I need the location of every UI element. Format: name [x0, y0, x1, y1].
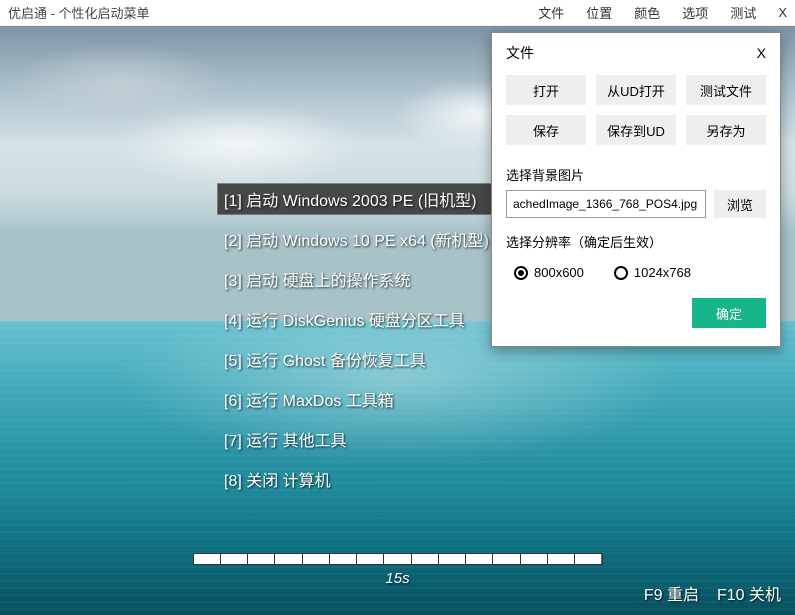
- fn-restart: F9 重启: [644, 581, 699, 605]
- menu-option[interactable]: 选项: [682, 3, 708, 22]
- progress-tick: [412, 554, 439, 564]
- progress-tick: [221, 554, 248, 564]
- countdown-label: 15s: [385, 570, 409, 587]
- boot-menu-list: [1] 启动 Windows 2003 PE (旧机型) [2] 启动 Wind…: [218, 184, 495, 494]
- close-button[interactable]: X: [778, 5, 787, 20]
- ok-button[interactable]: 确定: [692, 298, 766, 328]
- fn-shutdown: F10 关机: [717, 581, 781, 605]
- save-ud-button[interactable]: 保存到UD: [596, 115, 676, 145]
- progress-tick: [275, 554, 302, 564]
- radio-1024x768[interactable]: 1024x768: [614, 265, 691, 280]
- file-button-row-1: 打开 从UD打开 测试文件: [492, 75, 780, 115]
- progress-tick: [493, 554, 520, 564]
- file-panel-close-icon[interactable]: X: [757, 45, 766, 61]
- boot-item-6[interactable]: [6] 运行 MaxDos 工具箱: [218, 384, 495, 414]
- fn-keys: F9 重启 F10 关机: [644, 581, 781, 605]
- save-button[interactable]: 保存: [506, 115, 586, 145]
- radio-label-1024: 1024x768: [634, 265, 691, 280]
- open-button[interactable]: 打开: [506, 75, 586, 105]
- bg-path-row: 浏览: [492, 190, 780, 222]
- progress-tick: [330, 554, 357, 564]
- progress-tick: [357, 554, 384, 564]
- menu-test[interactable]: 测试: [730, 3, 756, 22]
- file-button-row-2: 保存 保存到UD 另存为: [492, 115, 780, 155]
- progress-tick: [303, 554, 330, 564]
- progress-tick: [466, 554, 493, 564]
- menu-file[interactable]: 文件: [538, 3, 564, 22]
- progress-tick: [575, 554, 601, 564]
- boot-item-1[interactable]: [1] 启动 Windows 2003 PE (旧机型): [218, 184, 495, 214]
- menubar: 优启通 - 个性化启动菜单 文件 位置 颜色 选项 测试 X: [0, 0, 795, 26]
- preview-stage: [1] 启动 Windows 2003 PE (旧机型) [2] 启动 Wind…: [0, 26, 795, 615]
- file-panel: 文件 X 打开 从UD打开 测试文件 保存 保存到UD 另存为 选择背景图片 浏…: [491, 32, 781, 347]
- bg-label: 选择背景图片: [492, 155, 780, 190]
- save-as-button[interactable]: 另存为: [686, 115, 766, 145]
- boot-item-7[interactable]: [7] 运行 其他工具: [218, 424, 495, 454]
- menu-color[interactable]: 颜色: [634, 3, 660, 22]
- progress-tick: [548, 554, 575, 564]
- boot-item-5[interactable]: [5] 运行 Ghost 备份恢复工具: [218, 344, 495, 374]
- res-label: 选择分辨率（确定后生效）: [492, 222, 780, 257]
- boot-item-4[interactable]: [4] 运行 DiskGenius 硬盘分区工具: [218, 304, 495, 334]
- progress-tick: [248, 554, 275, 564]
- radio-icon: [614, 266, 628, 280]
- file-panel-title-label: 文件: [506, 43, 534, 63]
- resolution-row: 800x600 1024x768: [492, 257, 780, 288]
- progress-tick: [194, 554, 221, 564]
- radio-icon: [514, 266, 528, 280]
- progress-tick: [439, 554, 466, 564]
- ok-row: 确定: [492, 288, 780, 346]
- file-panel-title: 文件 X: [492, 33, 780, 75]
- progress-tick: [521, 554, 548, 564]
- menu-position[interactable]: 位置: [586, 3, 612, 22]
- open-ud-button[interactable]: 从UD打开: [596, 75, 676, 105]
- test-file-button[interactable]: 测试文件: [686, 75, 766, 105]
- menu-group: 文件 位置 颜色 选项 测试 X: [538, 3, 787, 22]
- radio-800x600[interactable]: 800x600: [514, 265, 584, 280]
- radio-label-800: 800x600: [534, 265, 584, 280]
- countdown-progress: [193, 553, 603, 565]
- boot-item-8[interactable]: [8] 关闭 计算机: [218, 464, 495, 494]
- progress-tick: [384, 554, 411, 564]
- bg-path-input[interactable]: [506, 190, 706, 218]
- browse-button[interactable]: 浏览: [714, 190, 766, 218]
- app-title: 优启通 - 个性化启动菜单: [8, 3, 150, 22]
- boot-item-2[interactable]: [2] 启动 Windows 10 PE x64 (新机型): [218, 224, 495, 254]
- boot-item-3[interactable]: [3] 启动 硬盘上的操作系统: [218, 264, 495, 294]
